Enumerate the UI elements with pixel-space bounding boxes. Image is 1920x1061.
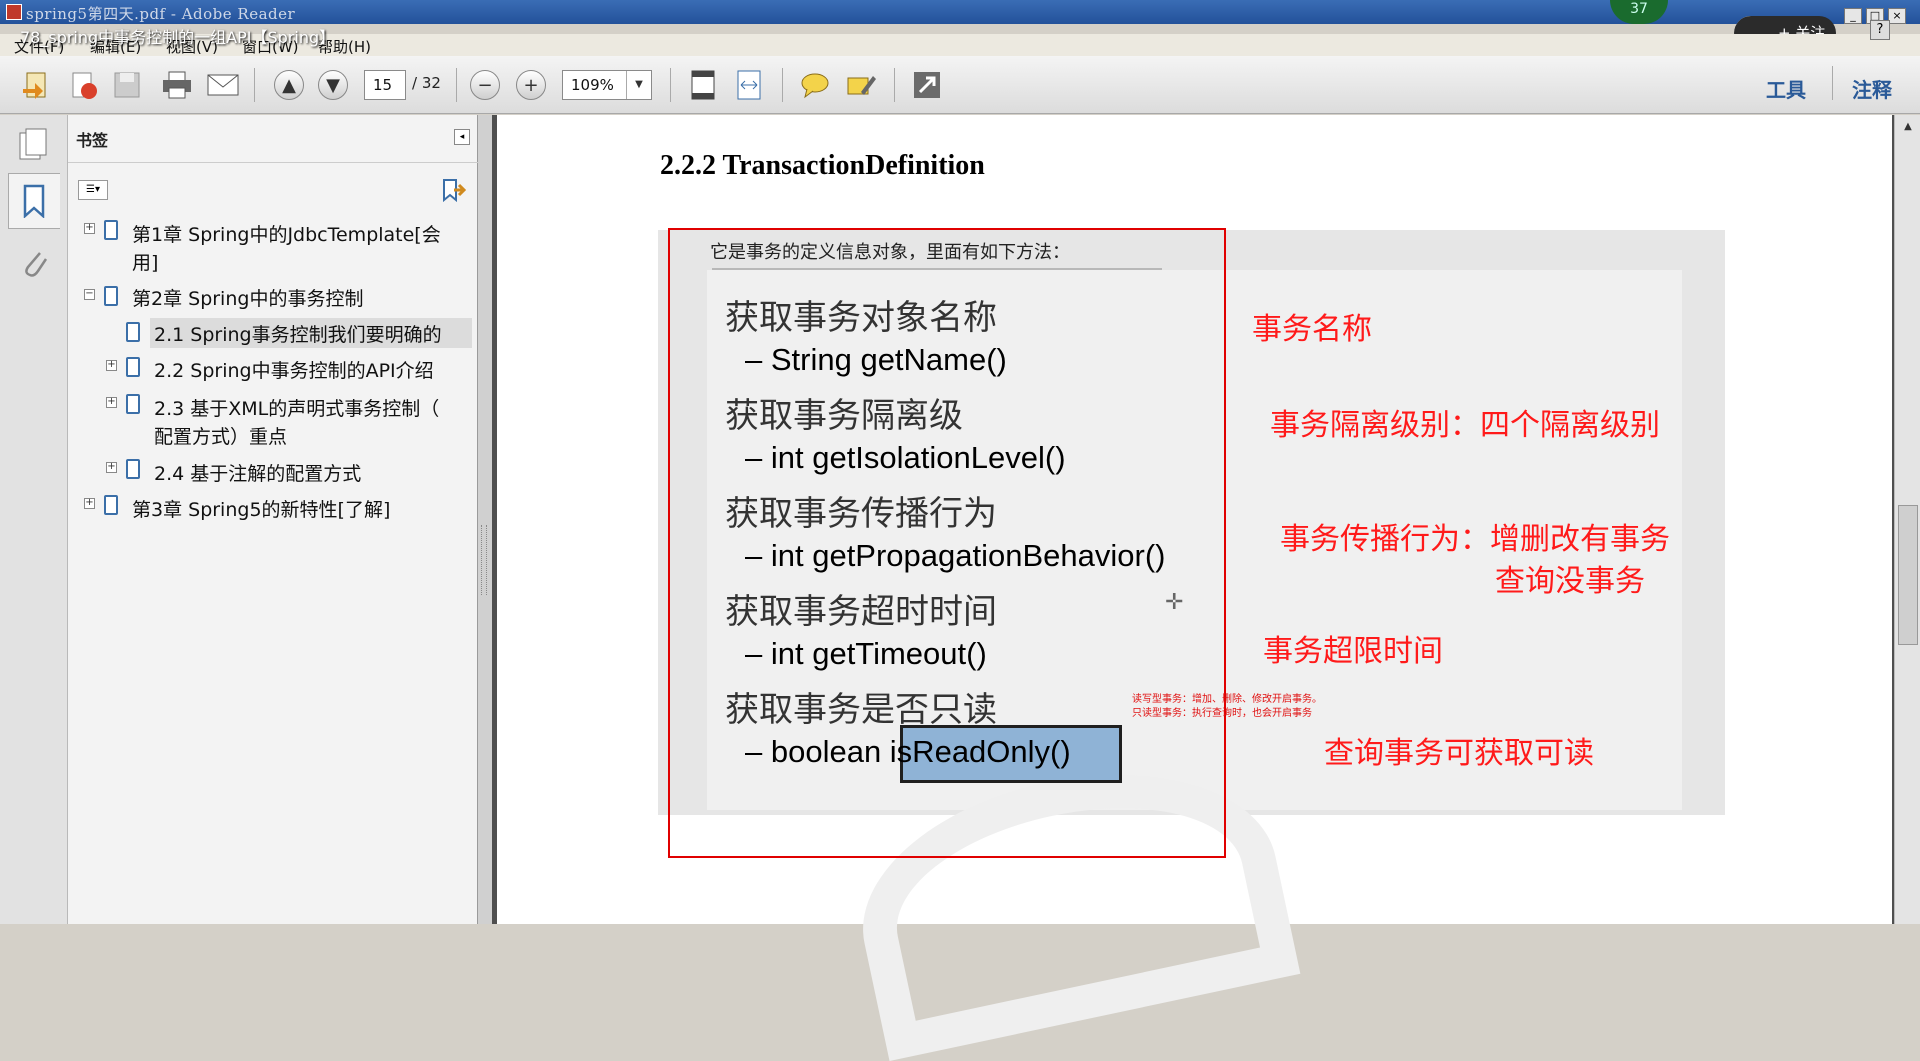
attachment-icon[interactable] (18, 245, 48, 283)
navigation-strip (0, 115, 68, 924)
expand-icon[interactable]: + (106, 360, 117, 371)
email-icon[interactable] (204, 66, 242, 104)
splitter-grip-icon[interactable] (481, 525, 487, 595)
save-icon[interactable] (108, 66, 146, 104)
comments-link[interactable]: 注释 (1852, 74, 1892, 103)
fit-page-icon[interactable] (684, 66, 722, 104)
arrow-down-icon: ▼ (318, 70, 348, 100)
video-title-overlay: 78_spring中事务控制的一组API【Spring】 (20, 28, 336, 47)
window-titlebar: spring5第四天.pdf - Adobe Reader 37 _ □ × (0, 0, 1920, 24)
open-icon[interactable] (18, 66, 56, 104)
annotation-isolation: 事务隔离级别：四个隔离级别 (1270, 408, 1660, 443)
collapse-icon[interactable]: − (84, 289, 95, 300)
section-heading: 2.2.2 TransactionDefinition (660, 150, 985, 181)
bookmark-label[interactable]: 第2章 Spring中的事务控制 (132, 286, 363, 313)
adobe-reader-icon (6, 4, 22, 20)
toolbar-divider (254, 68, 255, 102)
page-total: / 32 (412, 74, 441, 92)
annotation-name: 事务名称 (1252, 312, 1372, 347)
expand-bookmark-icon[interactable] (440, 178, 467, 206)
arrow-up-icon: ▲ (274, 70, 304, 100)
bookmarks-header: 书签 ◂ (68, 115, 478, 163)
previous-page-button[interactable]: ▲ (270, 66, 308, 104)
scroll-thumb[interactable] (1898, 505, 1918, 645)
bookmark-label[interactable]: 第3章 Spring5的新特性[了解] (132, 497, 390, 524)
cursor-icon: ✛ (1165, 590, 1184, 615)
bookmark-icon (126, 459, 140, 479)
annotation-propagation: 事务传播行为：增删改有事务 (1280, 522, 1670, 557)
close-button[interactable]: × (1888, 8, 1906, 24)
comment-icon[interactable] (796, 66, 834, 104)
collapse-panel-icon[interactable]: ◂ (454, 129, 470, 145)
bookmark-label[interactable]: 2.1 Spring事务控制我们要明确的 (154, 322, 442, 349)
print-icon[interactable] (158, 66, 196, 104)
tiny-red-note: 读写型事务：增加、删除、修改开启事务。 (1132, 694, 1322, 705)
expand-icon[interactable]: + (106, 397, 117, 408)
bookmark-icon (126, 322, 140, 342)
expand-icon[interactable]: + (84, 223, 95, 234)
bookmark-icon (23, 184, 45, 219)
fullscreen-icon[interactable] (908, 66, 946, 104)
bookmark-label-cont[interactable]: 用] (132, 250, 158, 277)
panel-title: 书签 (76, 131, 109, 150)
bookmark-label-cont[interactable]: 配置方式）重点 (154, 424, 287, 451)
window-title: spring5第四天.pdf - Adobe Reader (26, 5, 296, 23)
plus-icon: + (516, 70, 546, 100)
bookmark-label[interactable]: 2.4 基于注解的配置方式 (154, 461, 361, 488)
toolbar-divider (894, 68, 895, 102)
minus-icon: − (470, 70, 500, 100)
tools-link[interactable]: 工具 (1766, 74, 1806, 103)
options-menu-icon[interactable]: ☰▾ (78, 180, 108, 200)
bookmark-icon (104, 495, 118, 515)
view-count-badge: 37 (1610, 0, 1668, 24)
toolbar-divider (670, 68, 671, 102)
highlight-icon[interactable] (842, 66, 880, 104)
bookmark-icon (104, 286, 118, 306)
red-annotation-frame (668, 228, 1226, 858)
page-number-input[interactable]: 15 (364, 70, 406, 100)
bookmark-label[interactable]: 第1章 Spring中的JdbcTemplate[会 (132, 222, 441, 249)
toolbar: ▲ ▼ 15 / 32 − + 109% ▼ 工具 注释 (0, 56, 1920, 114)
create-pdf-icon[interactable] (64, 66, 102, 104)
scroll-up-icon[interactable]: ▲ (1898, 117, 1918, 137)
pages-icon[interactable] (18, 127, 48, 165)
bookmark-icon (126, 357, 140, 377)
vertical-scrollbar[interactable]: ▲ (1894, 115, 1920, 924)
expand-icon[interactable]: + (84, 498, 95, 509)
tiny-red-note: 只读型事务：执行查询时，也会开启事务 (1132, 708, 1312, 719)
panel-splitter[interactable] (478, 115, 492, 924)
zoom-in-button[interactable]: + (512, 66, 550, 104)
bookmark-label[interactable]: 2.2 Spring中事务控制的API介绍 (154, 358, 434, 385)
bookmark-icon (104, 220, 118, 240)
toolbar-divider (782, 68, 783, 102)
toolbar-divider (456, 68, 457, 102)
zoom-out-button[interactable]: − (466, 66, 504, 104)
toolbar-divider (1832, 66, 1833, 100)
bookmark-label[interactable]: 2.3 基于XML的声明式事务控制（ (154, 396, 439, 423)
expand-icon[interactable]: + (106, 462, 117, 473)
annotation-timeout: 事务超限时间 (1263, 634, 1443, 669)
bookmarks-tab[interactable] (8, 173, 60, 229)
annotation-propagation-2: 查询没事务 (1495, 564, 1645, 599)
fit-width-icon[interactable] (730, 66, 768, 104)
help-icon[interactable]: ? (1870, 20, 1890, 40)
minimize-button[interactable]: _ (1844, 8, 1862, 24)
next-page-button[interactable]: ▼ (314, 66, 352, 104)
chevron-down-icon[interactable]: ▼ (626, 71, 651, 99)
annotation-readonly: 查询事务可获取可读 (1324, 736, 1594, 771)
bookmark-icon (126, 394, 140, 414)
